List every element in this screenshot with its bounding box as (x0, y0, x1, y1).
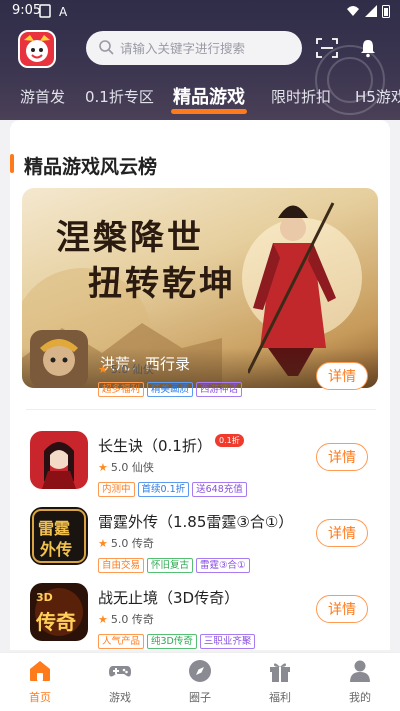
game-tag: 纯3D传奇 (147, 634, 197, 649)
star-icon: ★ (98, 613, 108, 626)
star-icon: ★ (98, 363, 108, 376)
game-rating: ★ 5.0 传奇 (98, 535, 154, 551)
game-tags: 人气产品 纯3D传奇 三职业齐聚 (98, 629, 258, 649)
game-tag: 自由交易 (98, 558, 145, 573)
star-icon: ★ (98, 537, 108, 550)
tab-new-release[interactable]: 游首发 (20, 86, 65, 107)
game-tag: 人气产品 (98, 634, 145, 649)
tab-discount-zone[interactable]: 0.1折专区 (85, 86, 154, 107)
nav-label: 我的 (349, 691, 371, 704)
gift-icon (270, 663, 290, 682)
details-button[interactable]: 详情 (316, 362, 368, 390)
home-icon (30, 661, 50, 681)
user-icon (350, 660, 370, 682)
game-tag: 怀旧复古 (147, 558, 194, 573)
svg-text:A: A (59, 5, 68, 18)
game-genre: 传奇 (131, 613, 154, 626)
category-tabs: 游首发 0.1折专区 精品游戏 限时折扣 H5游戏 (0, 80, 400, 116)
game-tag: 雷霆③合① (196, 558, 250, 573)
details-button[interactable]: 详情 (316, 443, 368, 471)
bell-icon[interactable] (358, 38, 378, 58)
game-tag: 内测中 (98, 482, 135, 497)
rating-value: 5.0 (110, 461, 129, 474)
game-icon-leiting: 雷霆 外传 (30, 507, 88, 565)
tab-h5-games[interactable]: H5游戏 (355, 86, 400, 107)
game-tags: 超多福利 精美画质 西游神话 (98, 377, 245, 397)
game-row[interactable]: ★ 5.0 仙侠 超多福利 精美画质 西游神话 详情 (10, 330, 390, 400)
search-input[interactable] (120, 31, 295, 65)
icon-text-line1: 雷霆 (38, 519, 70, 538)
game-tags: 自由交易 怀旧复古 雷霆③合① (98, 553, 253, 573)
nav-label: 首页 (29, 691, 51, 704)
section-title: 精品游戏风云榜 (24, 156, 158, 178)
signal-icon (365, 5, 377, 17)
game-genre: 仙侠 (131, 461, 154, 474)
nav-label: 圈子 (189, 691, 211, 704)
banner-calligraphy-line1: 涅槃降世 (56, 218, 204, 258)
game-name: 雷霆外传（1.85雷霆③合①） (98, 513, 294, 531)
nav-item-welfare[interactable]: 福利 (250, 659, 310, 705)
game-name: 长生诀（0.1折） (98, 437, 212, 455)
tab-limited-discount[interactable]: 限时折扣 (271, 86, 331, 107)
content-card: 精品游戏风云榜 涅槃降世 扭转乾坤 洪荒：西行录 ★ 5.0 仙侠 超多福利 精… (10, 120, 390, 650)
game-icon-changsheng (30, 431, 88, 489)
game-row[interactable]: 长生诀（0.1折） 0.1折 ★ 5.0 仙侠 内测中 首续0.1折 送648充值 详… (10, 431, 390, 501)
nav-item-profile[interactable]: 我的 (330, 659, 390, 705)
game-genre: 传奇 (131, 537, 154, 550)
battery-icon (382, 5, 390, 18)
banner-calligraphy-line2: 扭转乾坤 (88, 264, 236, 304)
search-icon (99, 40, 114, 55)
search-bar[interactable] (86, 31, 302, 65)
rating-value: 5.0 (110, 537, 129, 550)
icon-text-main: 传奇 (35, 610, 76, 634)
icon-text-3d: 3D (36, 591, 53, 604)
tab-premium-games[interactable]: 精品游戏 (171, 83, 247, 114)
scan-icon[interactable] (316, 38, 338, 58)
game-tag: 三职业齐聚 (199, 634, 256, 649)
game-tag: 超多福利 (98, 382, 145, 397)
divider (26, 409, 376, 410)
bottom-navigation: 首页 游戏 圈子 福利 我的 (0, 652, 400, 711)
app-header: 9:05 A 请输入关键字进行搜索 游首发 0.1折专区 精品游戏 限时折扣 H… (0, 0, 400, 120)
game-genre: 仙侠 (131, 363, 154, 376)
rating-value: 5.0 (110, 363, 129, 376)
details-button[interactable]: 详情 (316, 595, 368, 623)
nav-item-home[interactable]: 首页 (10, 659, 70, 705)
app-logo[interactable] (18, 30, 56, 68)
sim-icon (39, 4, 51, 18)
game-rating: ★ 5.0 仙侠 (98, 459, 154, 475)
game-rating: ★ 5.0 仙侠 (98, 361, 154, 377)
nav-item-games[interactable]: 游戏 (90, 659, 150, 705)
details-button[interactable]: 详情 (316, 519, 368, 547)
nav-label: 福利 (269, 691, 291, 704)
game-row[interactable]: 雷霆 外传 雷霆外传（1.85雷霆③合①） ★ 5.0 传奇 自由交易 怀旧复古 雷霆… (10, 507, 390, 577)
game-icon-zhanwuzhijing: 3D 传奇 (30, 583, 88, 641)
discount-badge: 0.1折 (215, 434, 244, 447)
section-accent-bar (10, 154, 14, 173)
wifi-icon (347, 6, 359, 16)
game-tag: 首续0.1折 (137, 482, 190, 497)
nav-label: 游戏 (109, 691, 131, 704)
game-name: 战无止境（3D传奇） (98, 589, 240, 607)
game-tag: 送648充值 (192, 482, 247, 497)
star-icon: ★ (98, 461, 108, 474)
nav-item-community[interactable]: 圈子 (170, 659, 230, 705)
logo-mascot-icon (24, 35, 50, 62)
status-time: 9:05 (12, 3, 42, 18)
game-tag: 西游神话 (196, 382, 243, 397)
icon-text-line2: 外传 (39, 540, 72, 559)
game-tags: 内测中 首续0.1折 送648充值 (98, 477, 250, 497)
compass-icon (189, 660, 211, 682)
status-bar: 9:05 A (0, 0, 400, 24)
game-icon-monkey-king (30, 330, 88, 388)
notification-a-icon: A (59, 5, 68, 18)
gamepad-icon (109, 666, 131, 677)
game-rating: ★ 5.0 传奇 (98, 611, 154, 627)
game-tag: 精美画质 (147, 382, 194, 397)
game-row[interactable]: 3D 传奇 战无止境（3D传奇） ★ 5.0 传奇 人气产品 纯3D传奇 三职业齐聚 … (10, 583, 390, 650)
rating-value: 5.0 (110, 613, 129, 626)
